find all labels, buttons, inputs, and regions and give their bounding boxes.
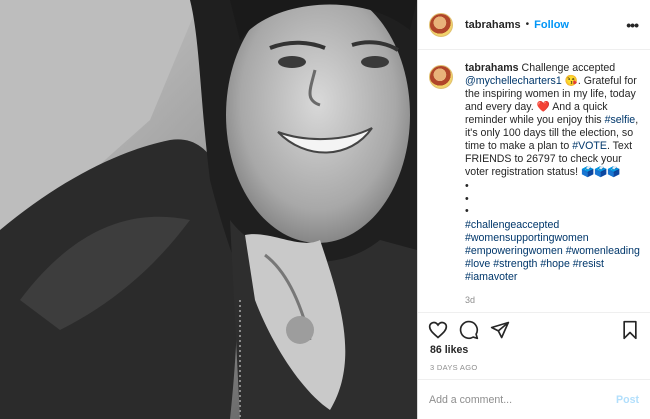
username-link[interactable]: tabrahams [465, 19, 521, 31]
bullet: • [465, 205, 469, 217]
avatar[interactable] [429, 12, 453, 37]
comment-icon[interactable] [459, 320, 479, 340]
ballot-emoji: 🗳️🗳️🗳️ [581, 166, 621, 178]
hashtag-vote[interactable]: #VOTE [572, 140, 607, 152]
caption-body: tabrahams Challenge accepted @mychellech… [465, 62, 642, 307]
kiss-emoji: 😘 [564, 75, 578, 87]
bullet: • [465, 192, 469, 205]
selfie-image [0, 0, 417, 419]
posted-ago[interactable]: 3 DAYS AGO [430, 363, 477, 372]
bullet: • [465, 180, 469, 192]
follow-button[interactable]: Follow [534, 19, 569, 31]
bookmark-icon[interactable] [620, 320, 640, 340]
hashtags[interactable]: #challengeaccepted #womensupportingwomen… [465, 219, 642, 284]
mention-link[interactable]: @mychellecharters1 [465, 75, 562, 87]
post-header: tabrahams • Follow ••• [418, 0, 650, 50]
caption: tabrahams Challenge accepted @mychellech… [429, 62, 642, 307]
post-sidebar: tabrahams • Follow ••• tabrahams Challen… [417, 0, 650, 419]
paper-plane-icon[interactable] [490, 320, 510, 340]
more-options-icon[interactable]: ••• [626, 17, 639, 33]
caption-bullets: • • • [465, 180, 642, 218]
caption-time: 3d [465, 294, 476, 305]
comment-box: Add a comment... Post [418, 379, 650, 419]
caption-text-1: Challenge accepted [521, 62, 616, 74]
action-bar [418, 312, 650, 346]
comment-input[interactable]: Add a comment... [429, 394, 616, 406]
heart-emoji: ❤️ [536, 101, 550, 113]
separator-dot: • [525, 19, 530, 30]
heart-icon[interactable] [428, 320, 448, 340]
hashtag-selfie[interactable]: #selfie [605, 114, 636, 126]
caption-avatar[interactable] [429, 65, 453, 89]
caption-text: tabrahams Challenge accepted @mychellech… [465, 62, 642, 179]
post-photo[interactable] [0, 0, 417, 419]
caption-username[interactable]: tabrahams [465, 62, 519, 74]
likes-count[interactable]: 86 likes [430, 344, 468, 356]
post-button[interactable]: Post [616, 394, 639, 406]
